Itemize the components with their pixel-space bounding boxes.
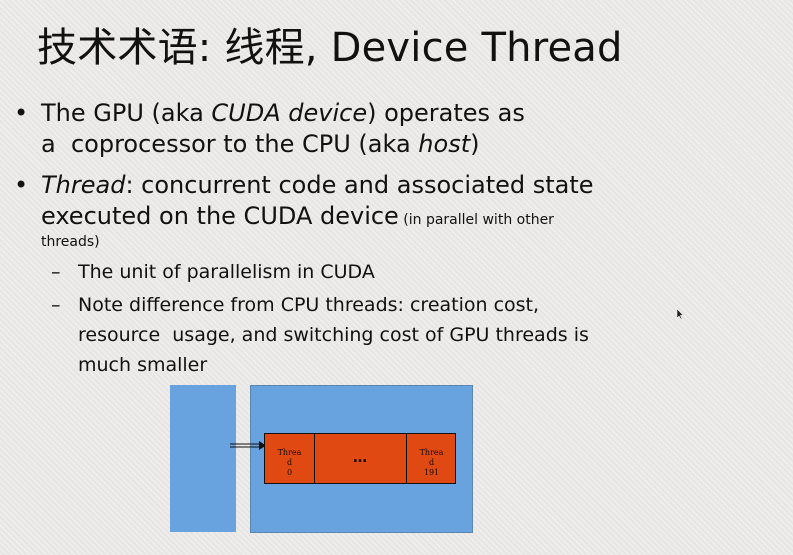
bullet-line: Thread: concurrent code and associated s… (41, 170, 594, 201)
arrow-icon (230, 441, 266, 450)
cell-label: Threa (277, 448, 302, 457)
text-run: : concurrent code and associated state (125, 171, 594, 199)
cell-label: d (286, 458, 293, 467)
text-run: ) (470, 130, 480, 158)
text-run: a coprocessor to the CPU (aka (41, 130, 419, 158)
bullet-text: Thread: concurrent code and associated s… (41, 170, 594, 236)
italic-term: Thread (41, 171, 126, 199)
bullet-dot: • (14, 171, 29, 199)
subitem-text: The unit of parallelism in CUDA (78, 257, 375, 287)
bullet-text: The GPU (aka CUDA device) operates as a … (41, 98, 525, 160)
text-run: The GPU (aka (41, 99, 212, 127)
cell-label: 191 (423, 468, 440, 477)
slide: 技术术语: 线程, Device Thread • The GPU (aka C… (0, 0, 793, 555)
italic-term: CUDA device (211, 99, 368, 127)
italic-term: host (418, 130, 471, 158)
subitem-line: much smaller (78, 354, 208, 376)
subitem-line: resource usage, and switching cost of GP… (78, 324, 589, 346)
subitem-dash: – (51, 294, 61, 316)
bullet-line: The GPU (aka CUDA device) operates as (41, 98, 525, 129)
bullet-dot: • (14, 99, 29, 127)
text-run: executed on the CUDA device (41, 202, 399, 230)
thread-diagram: Threa d 0 … Threa d 191 (170, 385, 473, 533)
cell-label: d (428, 458, 435, 467)
subitem-line: Note difference from CPU threads: creati… (78, 294, 540, 316)
cell-label: 0 (286, 468, 293, 477)
thread-cell-ellipsis: … (315, 434, 407, 483)
mouse-cursor-icon (677, 309, 683, 319)
thread-cell-last: Threa d 191 (407, 434, 456, 483)
slide-title: 技术术语: 线程, Device Thread (37, 25, 623, 71)
thread-array: Threa d 0 … Threa d 191 (264, 433, 456, 484)
text-run: ) operates as (367, 99, 525, 127)
subitem-dash: – (51, 261, 61, 283)
small-note-continuation: threads) (41, 234, 100, 250)
host-block (170, 385, 236, 532)
thread-cell-first: Threa d 0 (265, 434, 315, 483)
subitem-line: The unit of parallelism in CUDA (78, 261, 375, 283)
bullet-line: executed on the CUDA device (in parallel… (41, 201, 594, 236)
cell-label: Threa (419, 448, 444, 457)
small-note: (in parallel with other (398, 212, 554, 228)
subitem-text: Note difference from CPU threads: creati… (78, 290, 589, 380)
bullet-line: a coprocessor to the CPU (aka host) (41, 129, 525, 160)
